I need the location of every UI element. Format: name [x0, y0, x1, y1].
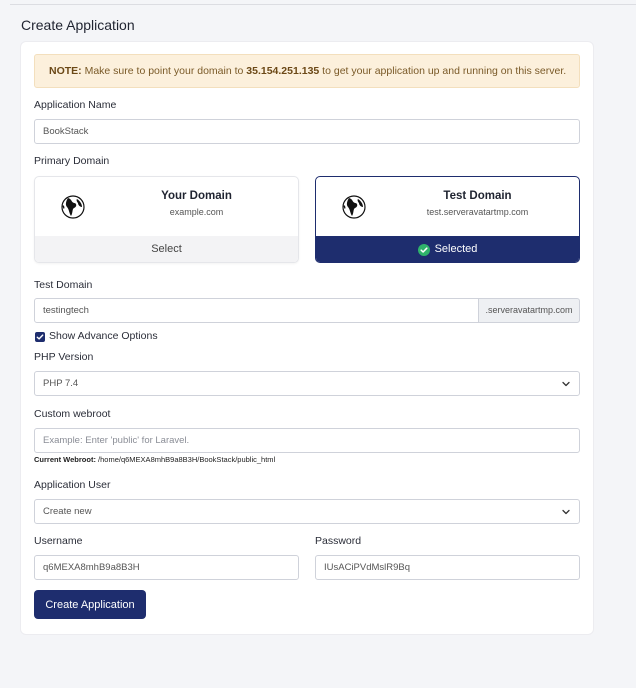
top-divider — [10, 4, 636, 5]
test-domain-label: Test Domain — [34, 279, 93, 291]
php-version-select[interactable]: PHP 7.4 — [34, 371, 580, 396]
current-webroot-hint-value: /home/q6MEXA8mhB9a8B3H/BookStack/public_… — [95, 455, 276, 464]
password-input[interactable] — [315, 555, 580, 580]
username-label: Username — [34, 535, 83, 547]
globe-icon — [61, 195, 85, 219]
test-domain-title: Test Domain — [443, 190, 512, 202]
php-version-value: PHP 7.4 — [43, 378, 79, 389]
app-name-input[interactable] — [34, 119, 580, 144]
test-domain-input[interactable] — [34, 298, 479, 323]
your-domain-select-button[interactable]: Select — [35, 236, 298, 262]
notice-prefix: NOTE: — [49, 65, 82, 77]
php-version-label: PHP Version — [34, 351, 94, 363]
custom-webroot-label: Custom webroot — [34, 408, 111, 420]
form-card: NOTE: Make sure to point your domain to … — [21, 42, 593, 634]
password-label: Password — [315, 535, 362, 547]
application-user-value: Create new — [43, 506, 92, 517]
your-domain-select-label: Select — [151, 243, 182, 255]
globe-icon — [342, 195, 366, 219]
advance-options-checkbox[interactable] — [35, 332, 45, 342]
check-circle-icon — [417, 243, 430, 256]
advance-options-label[interactable]: Show Advance Options — [49, 330, 158, 342]
notice-ip: 35.154.251.135 — [246, 65, 320, 77]
page-title: Create Application — [21, 17, 135, 33]
notice-text-before: Make sure to point your domain to — [81, 65, 247, 77]
create-application-button[interactable]: Create Application — [34, 590, 146, 619]
primary-domain-label: Primary Domain — [34, 155, 110, 167]
test-domain-selected-label: Selected — [434, 243, 478, 255]
test-domain-selected-button[interactable]: Selected — [316, 236, 579, 262]
chevron-down-icon — [562, 381, 570, 386]
notice-text-after: to get your application up and running o… — [319, 65, 567, 77]
application-user-select[interactable]: Create new — [34, 499, 580, 524]
test-domain-card[interactable]: Test Domain test.serveravatartmp.com Sel… — [315, 176, 580, 263]
current-webroot-hint-label: Current Webroot: — [34, 455, 96, 464]
checkmark-icon — [36, 334, 44, 340]
username-input[interactable] — [34, 555, 299, 580]
your-domain-subtitle: example.com — [169, 207, 224, 217]
your-domain-card[interactable]: Your Domain example.com Select — [34, 176, 299, 263]
custom-webroot-input[interactable] — [34, 428, 580, 453]
test-domain-suffix: .serveravatartmp.com — [478, 298, 580, 323]
current-webroot-hint: Current Webroot: /home/q6MEXA8mhB9a8B3H/… — [34, 455, 275, 464]
notice-banner: NOTE: Make sure to point your domain to … — [34, 54, 580, 88]
test-domain-subtitle: test.serveravatartmp.com — [426, 207, 529, 217]
app-name-label: Application Name — [34, 99, 117, 111]
application-user-label: Application User — [34, 479, 111, 491]
your-domain-title: Your Domain — [161, 190, 232, 202]
chevron-down-icon — [562, 509, 570, 514]
